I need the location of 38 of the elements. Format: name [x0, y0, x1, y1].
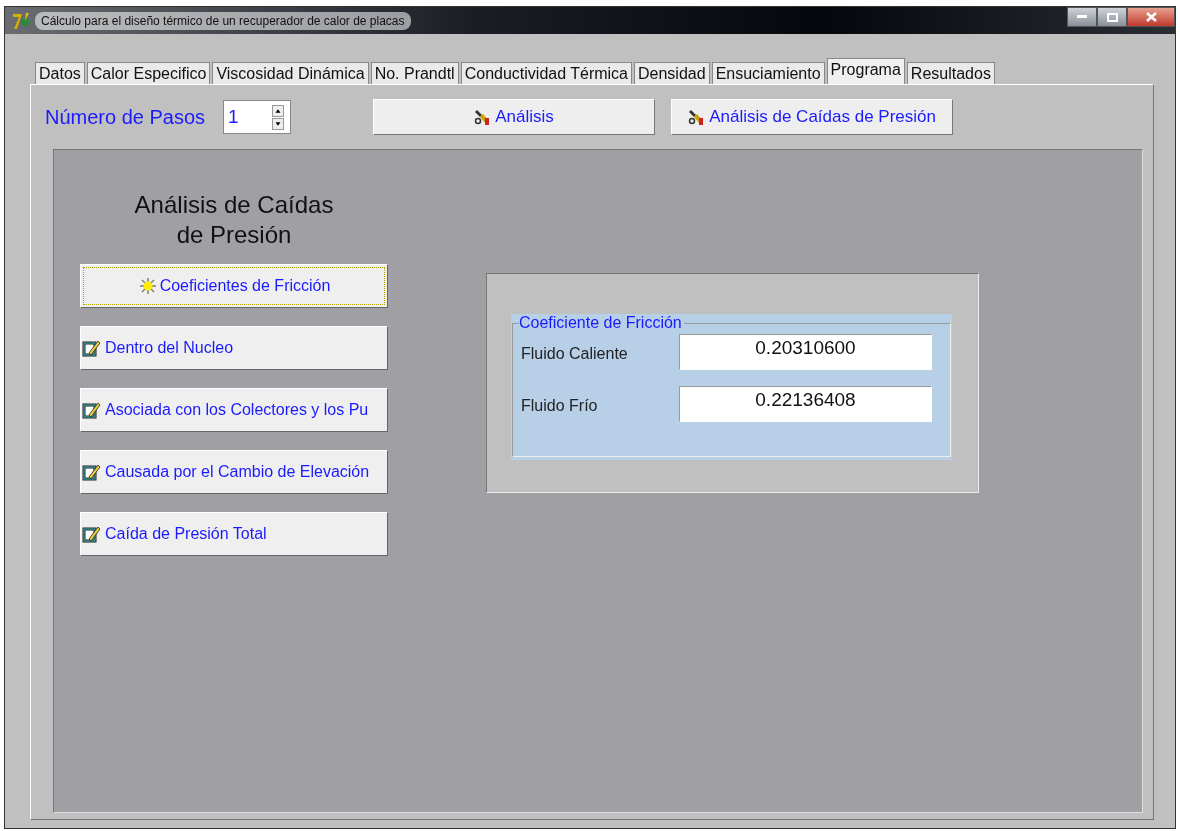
steps-label: Número de Pasos: [45, 105, 206, 130]
tab[interactable]: Calor Especifico: [86, 62, 211, 84]
value-field[interactable]: 0.20310600: [679, 334, 932, 370]
side-button[interactable]: Dentro del Nucleo: [80, 326, 388, 370]
app-icon: [11, 10, 31, 31]
notepad-pencil-icon: [82, 339, 102, 357]
tab[interactable]: Conductividad Térmica: [460, 62, 632, 84]
field-label: Fluido Frío: [521, 396, 599, 416]
tab[interactable]: Datos: [35, 62, 85, 84]
value-field[interactable]: 0.22136408: [679, 386, 932, 422]
field-label: Fluido Caliente: [521, 344, 629, 364]
window-title: Cálculo para el diseño térmico de un recuperador de calor de placas: [35, 11, 411, 30]
tab[interactable]: No. Prandtl: [370, 62, 459, 84]
close-icon: [1145, 12, 1157, 22]
spin-up-icon[interactable]: [272, 104, 285, 117]
tab[interactable]: Ensuciamiento: [711, 62, 825, 84]
side-button[interactable]: Caída de Presión Total: [80, 512, 388, 556]
minimize-icon: [1077, 15, 1087, 19]
section-title: Análisis de Caídas de Presión: [133, 190, 335, 250]
spin-down-icon[interactable]: [272, 117, 285, 130]
sun-icon: [138, 277, 157, 295]
notepad-pencil-icon: [82, 401, 102, 419]
tab[interactable]: Densidad: [634, 62, 710, 84]
side-button[interactable]: Coeficientes de Fricción: [80, 264, 388, 308]
toolbar-button[interactable]: Análisis de Caídas de Presión: [671, 99, 954, 135]
tab[interactable]: Resultados: [906, 62, 995, 84]
notepad-pencil-icon: [82, 463, 102, 481]
minimize-button[interactable]: [1067, 7, 1097, 27]
steps-spinner[interactable]: 1: [223, 100, 292, 134]
maximize-button[interactable]: [1097, 7, 1127, 27]
side-button[interactable]: Asociada con los Colectores y los Pu: [80, 388, 388, 432]
notepad-pencil-icon: [82, 525, 102, 543]
tab[interactable]: Viscosidad Dinámica: [212, 62, 369, 84]
tab[interactable]: Programa: [826, 58, 905, 84]
toolbar-button[interactable]: Análisis: [373, 99, 656, 135]
maximize-icon: [1106, 12, 1118, 22]
close-button[interactable]: [1127, 7, 1175, 27]
side-button[interactable]: Causada por el Cambio de Elevación: [80, 450, 388, 494]
